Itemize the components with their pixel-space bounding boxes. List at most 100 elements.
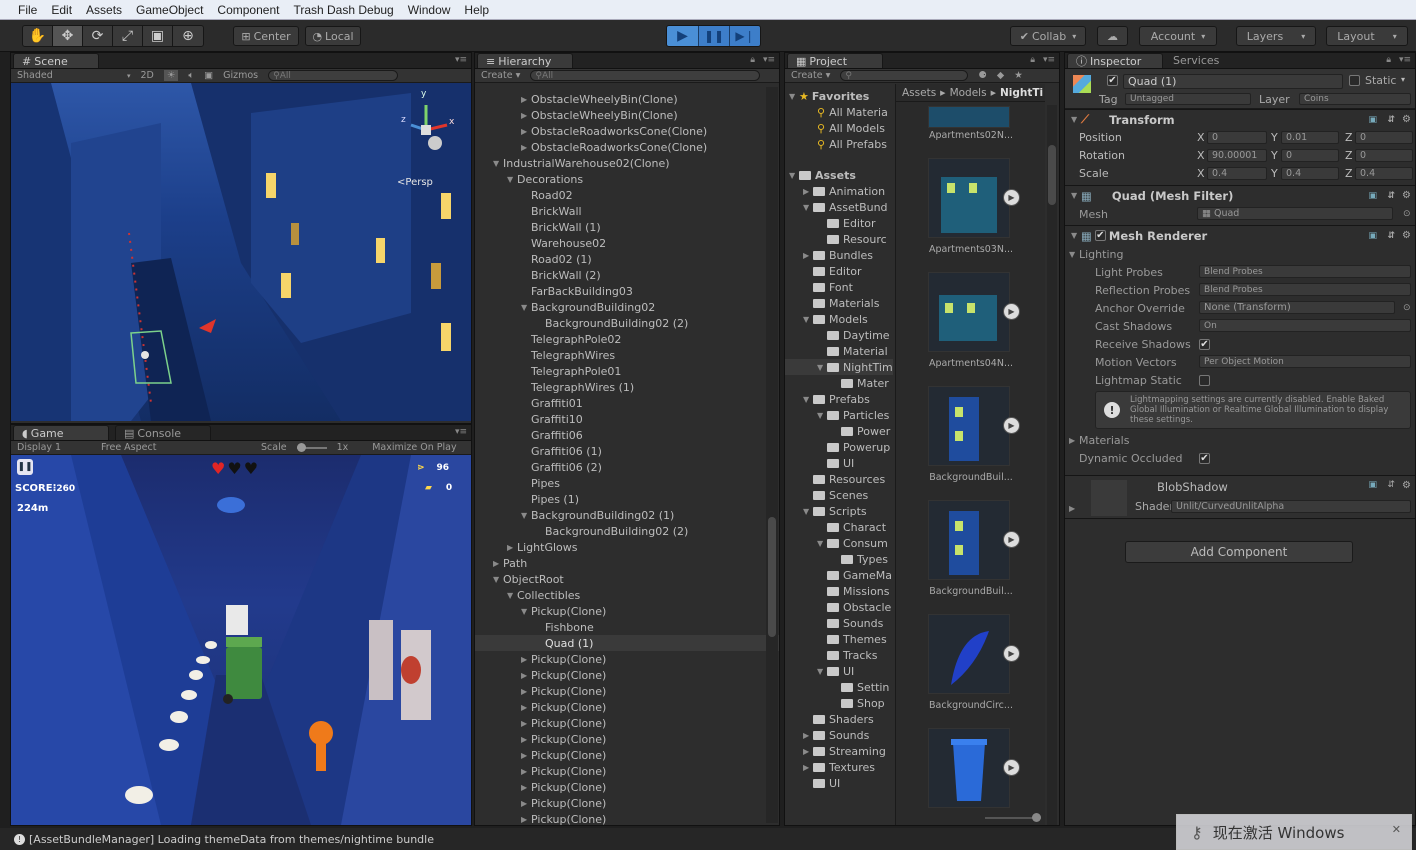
assets-header[interactable]: ▼ Assets — [785, 167, 893, 183]
panel-menu-icon[interactable]: ▾≡ — [763, 55, 775, 65]
hierarchy-row[interactable]: BrickWall (2) — [475, 267, 779, 283]
step-button[interactable]: ▶❘ — [729, 26, 760, 46]
preset-icon[interactable]: ⇵ — [1387, 115, 1395, 125]
hierarchy-row[interactable]: ▼ Collectibles — [475, 587, 779, 603]
scene-gizmo[interactable]: y x z — [391, 89, 461, 165]
preset-icon[interactable]: ⇵ — [1387, 231, 1395, 241]
light-probes-dropdown[interactable]: Blend Probes — [1199, 265, 1411, 278]
expand-arrow-icon[interactable]: ▶ — [507, 543, 517, 552]
hierarchy-row[interactable]: ▶ Path — [475, 555, 779, 571]
hierarchy-row[interactable]: ▶ Pickup(Clone) — [475, 811, 779, 826]
tab-inspector[interactable]: ⓘ Inspector — [1067, 53, 1163, 68]
asset-thumb[interactable] — [928, 106, 1010, 128]
scale-slider-thumb[interactable] — [296, 442, 306, 452]
help-icon[interactable]: ▣ — [1368, 115, 1377, 125]
gear-icon[interactable]: ⚙ — [1402, 480, 1411, 491]
breadcrumb-models[interactable]: Models — [950, 87, 987, 99]
expand-arrow-icon[interactable]: ▼ — [493, 575, 503, 584]
breadcrumb-assets[interactable]: Assets — [902, 87, 936, 99]
scale-tool-icon[interactable]: ⤢ — [113, 26, 143, 46]
project-search-input[interactable]: ⚲ — [840, 70, 969, 81]
hierarchy-row[interactable]: ▶ Pickup(Clone) — [475, 667, 779, 683]
shader-dropdown[interactable]: Unlit/CurvedUnlitAlpha — [1171, 500, 1411, 513]
expand-arrow-icon[interactable]: ▶ — [521, 719, 531, 728]
game-viewport[interactable]: ❚❚ SCORE⁝260 224m ♥ ♥ ♥ ⋗ 96 ▰ 0 — [11, 455, 471, 825]
project-folder-item[interactable]: Daytime — [785, 327, 893, 343]
panel-menu-icon[interactable]: ▾≡ — [455, 55, 467, 65]
hierarchy-row[interactable]: BrickWall — [475, 203, 779, 219]
panel-menu-icon[interactable]: ▾≡ — [1399, 55, 1411, 65]
project-folder-item[interactable]: Types — [785, 551, 893, 567]
tab-project[interactable]: ▦ Project — [787, 53, 883, 68]
expand-arrow-icon[interactable]: ▶ — [803, 731, 813, 740]
hierarchy-row[interactable]: Pipes — [475, 475, 779, 491]
project-folder-item[interactable]: Editor — [785, 263, 893, 279]
hierarchy-row[interactable]: TelegraphWires (1) — [475, 379, 779, 395]
tab-game[interactable]: ◖ Game — [13, 425, 109, 440]
project-folder-item[interactable]: Tracks — [785, 647, 893, 663]
lock-icon[interactable]: 🔒︎ — [750, 55, 755, 65]
preset-icon[interactable]: ⇵ — [1387, 480, 1395, 490]
expand-arrow-icon[interactable]: ▶ — [521, 751, 531, 760]
help-icon[interactable]: ▣ — [1368, 480, 1377, 490]
asset-thumb[interactable] — [928, 158, 1010, 238]
project-folder-item[interactable]: Settin — [785, 679, 893, 695]
hierarchy-row[interactable]: BackgroundBuilding02 (2) — [475, 523, 779, 539]
expand-arrow-icon[interactable]: ▼ — [803, 507, 813, 516]
hierarchy-row[interactable]: ▼ IndustrialWarehouse02(Clone) — [475, 155, 779, 171]
pivot-local-button[interactable]: ◔ Local — [305, 26, 361, 46]
gizmos-dropdown[interactable]: Gizmos — [223, 70, 258, 81]
expand-arrow-icon[interactable]: ▼ — [817, 411, 827, 420]
expand-arrow-icon[interactable]: ▶ — [521, 143, 531, 152]
project-folder-item[interactable]: ▼ Scripts — [785, 503, 893, 519]
expand-arrow-icon[interactable]: ▼ — [521, 511, 531, 520]
project-folder-item[interactable]: Materials — [785, 295, 893, 311]
dynamic-occluded-checkbox[interactable]: ✔ — [1199, 452, 1210, 464]
favorite-item[interactable]: ⚲ All Materia — [785, 104, 893, 120]
project-folder-item[interactable]: ▼ NightTim — [785, 359, 893, 375]
panel-menu-icon[interactable]: ▾≡ — [1043, 55, 1055, 65]
hierarchy-row[interactable]: ▶ Pickup(Clone) — [475, 651, 779, 667]
hierarchy-row[interactable]: ▶ LightGlows — [475, 539, 779, 555]
object-name-input[interactable]: Quad (1) — [1123, 74, 1343, 89]
menu-item-edit[interactable]: Edit — [51, 3, 72, 17]
hierarchy-row[interactable]: Quad (1) — [475, 635, 779, 651]
perspective-label[interactable]: <Persp — [397, 177, 433, 188]
breadcrumb-nighttime[interactable]: NightTi — [1000, 87, 1043, 99]
expand-arrow-icon[interactable]: ▼ — [803, 395, 813, 404]
filter-type-icon[interactable]: ⚈ — [978, 70, 987, 81]
project-folder-item[interactable]: Obstacle — [785, 599, 893, 615]
rotate-tool-icon[interactable]: ⟳ — [83, 26, 113, 46]
status-message[interactable]: [AssetBundleManager] Loading themeData f… — [29, 833, 434, 846]
asset-thumb[interactable] — [928, 386, 1010, 466]
expand-arrow-icon[interactable]: ▼ — [493, 159, 503, 168]
lightmap-static-checkbox[interactable] — [1199, 374, 1210, 386]
expand-arrow-icon[interactable]: ▶ — [521, 783, 531, 792]
project-folder-item[interactable]: Resourc — [785, 231, 893, 247]
hierarchy-row[interactable]: Road02 (1) — [475, 251, 779, 267]
hierarchy-row[interactable]: ▶ Pickup(Clone) — [475, 763, 779, 779]
hierarchy-scrollbar[interactable] — [766, 87, 778, 823]
project-folder-item[interactable]: Charact — [785, 519, 893, 535]
expand-arrow-icon[interactable]: ▶ — [521, 687, 531, 696]
scale-y-field[interactable]: 0.4 — [1281, 167, 1339, 180]
project-folder-item[interactable]: Shaders — [785, 711, 893, 727]
hierarchy-row[interactable]: Graffiti10 — [475, 411, 779, 427]
lighting-toggle-icon[interactable]: ☀ — [163, 70, 179, 81]
preview-play-icon[interactable]: ▶ — [1003, 189, 1020, 206]
project-folder-item[interactable]: Editor — [785, 215, 893, 231]
favorite-star-icon[interactable]: ★ — [1014, 70, 1023, 81]
2d-toggle[interactable]: 2D — [141, 70, 154, 81]
expand-arrow-icon[interactable]: ▶ — [521, 703, 531, 712]
scene-viewport[interactable]: y x z <Persp — [11, 83, 471, 421]
preset-icon[interactable]: ⇵ — [1387, 191, 1395, 201]
project-folder-item[interactable]: ▼ Particles — [785, 407, 893, 423]
project-folder-item[interactable]: Resources — [785, 471, 893, 487]
close-icon[interactable]: ✕ — [1392, 823, 1401, 836]
expand-arrow-icon[interactable]: ▶ — [1069, 504, 1079, 513]
shading-mode-dropdown[interactable]: Shaded — [17, 70, 127, 81]
expand-arrow-icon[interactable]: ▶ — [521, 671, 531, 680]
lock-icon[interactable]: 🔒︎ — [1386, 55, 1391, 65]
play-button[interactable]: ▶ — [667, 26, 698, 46]
hand-tool-icon[interactable]: ✋ — [23, 26, 53, 46]
